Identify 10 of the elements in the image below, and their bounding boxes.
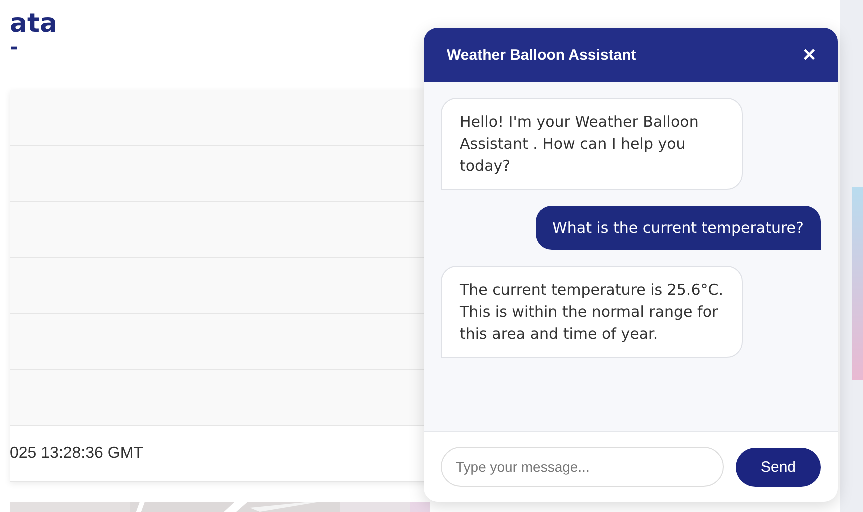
chat-title: Weather Balloon Assistant [447,46,636,64]
user-message: What is the current temperature? [536,206,821,250]
send-button[interactable]: Send [736,448,821,486]
assistant-message: The current temperature is 25.6°C. This is within the normal range for this area and time of year. [441,266,743,358]
close-button[interactable]: × [803,44,816,66]
assistant-message: Hello! I'm your Weather Balloon Assistant . How can I help you today? [441,98,743,190]
title-dash: - [10,40,20,54]
table-cell: 025 13:28:36 GMT [10,444,144,462]
page-title: ata [10,8,59,40]
message-input[interactable]: Type your message... [441,447,724,487]
